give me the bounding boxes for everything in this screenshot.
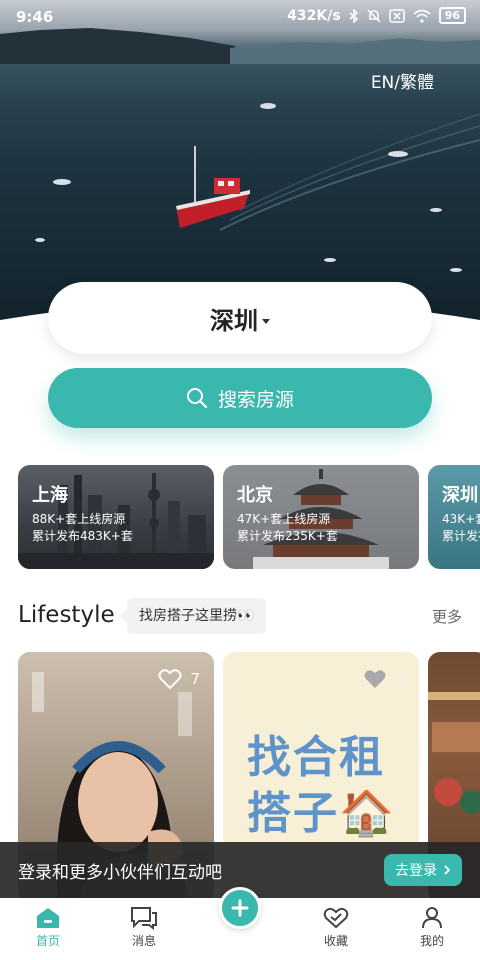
search-button[interactable]: 搜索房源 [48, 368, 432, 428]
city-card-total: 累计发布 [442, 529, 480, 543]
city-card-online: 43K+套 [442, 512, 480, 526]
search-icon [186, 388, 208, 409]
battery-icon: 96 [438, 7, 466, 24]
like-count: 7 [190, 670, 200, 688]
city-card-total: 累计发布483K+套 [32, 529, 133, 543]
search-label: 搜索房源 [217, 388, 294, 411]
like-count: 9 [395, 670, 405, 688]
partner-poster-text: 找合租 搭子🏠 [247, 730, 396, 842]
hero-banner: 9:46 432K/s 96 EN/繁體 [0, 0, 480, 330]
city-card-total: 累计发布235K+套 [237, 529, 338, 543]
poster-line-1: 找合租 [247, 732, 385, 783]
status-bar: 9:46 432K/s 96 [0, 0, 480, 34]
heart-icon [364, 670, 386, 688]
chevron-down-icon [262, 318, 270, 324]
user-icon [422, 907, 442, 929]
city-card-shanghai[interactable]: 上海 88K+套上线房源 累计发布483K+套 [18, 465, 214, 569]
like-counter[interactable]: 7 [158, 668, 200, 690]
bluetooth-icon [349, 8, 358, 23]
language-switch[interactable]: EN/繁體 [371, 68, 434, 93]
city-card-name: 北京 [237, 485, 273, 506]
wifi-icon [413, 9, 431, 23]
login-prompt: 登录和更多小伙伴们互动吧 [18, 863, 222, 883]
status-indicators: 432K/s 96 [287, 7, 466, 24]
lifestyle-more-link[interactable]: 更多 [432, 606, 462, 627]
tab-label: 收藏 [323, 934, 348, 948]
city-name: 深圳 [210, 306, 258, 335]
message-icon [131, 907, 157, 930]
city-cards: 上海 88K+套上线房源 累计发布483K+套 北京 47K+套上线房源 累计发… [18, 465, 480, 569]
add-post-button[interactable] [219, 887, 261, 929]
login-button-label: 去登录 [395, 863, 437, 879]
tab-messages[interactable]: 消息 [112, 906, 176, 949]
city-card-online: 47K+套上线房源 [237, 512, 331, 526]
status-time: 9:46 [16, 8, 54, 26]
lifestyle-title: Lifestyle [18, 602, 115, 628]
city-card-name: 上海 [32, 485, 68, 506]
city-selector[interactable]: 深圳 [48, 282, 432, 354]
tab-favorites[interactable]: 收藏 [304, 906, 368, 949]
mute-icon [367, 8, 381, 23]
city-card-online: 88K+套上线房源 [32, 512, 126, 526]
lifestyle-bubble: 找房搭子这里捞👀 [119, 598, 267, 634]
favorite-heart-icon [323, 907, 349, 929]
tab-label: 消息 [131, 934, 156, 948]
city-card-beijing[interactable]: 北京 47K+套上线房源 累计发布235K+套 [223, 465, 419, 569]
poster-line-2: 搭子🏠 [247, 788, 396, 839]
like-counter[interactable]: 9 [363, 668, 405, 690]
sim-off-icon [388, 8, 405, 23]
tab-label: 首页 [35, 934, 60, 948]
home-icon [37, 908, 59, 928]
plus-icon [231, 899, 249, 917]
network-speed: 432K/s [287, 7, 341, 24]
chevron-right-icon [444, 865, 451, 875]
tab-label: 我的 [419, 934, 444, 948]
city-card-shenzhen[interactable]: 深圳 43K+套 累计发布 [428, 465, 480, 569]
login-button[interactable]: 去登录 [384, 854, 462, 886]
tab-me[interactable]: 我的 [400, 906, 464, 949]
city-card-name: 深圳 [442, 485, 478, 506]
heart-icon [158, 669, 182, 690]
tab-home[interactable]: 首页 [16, 906, 80, 949]
